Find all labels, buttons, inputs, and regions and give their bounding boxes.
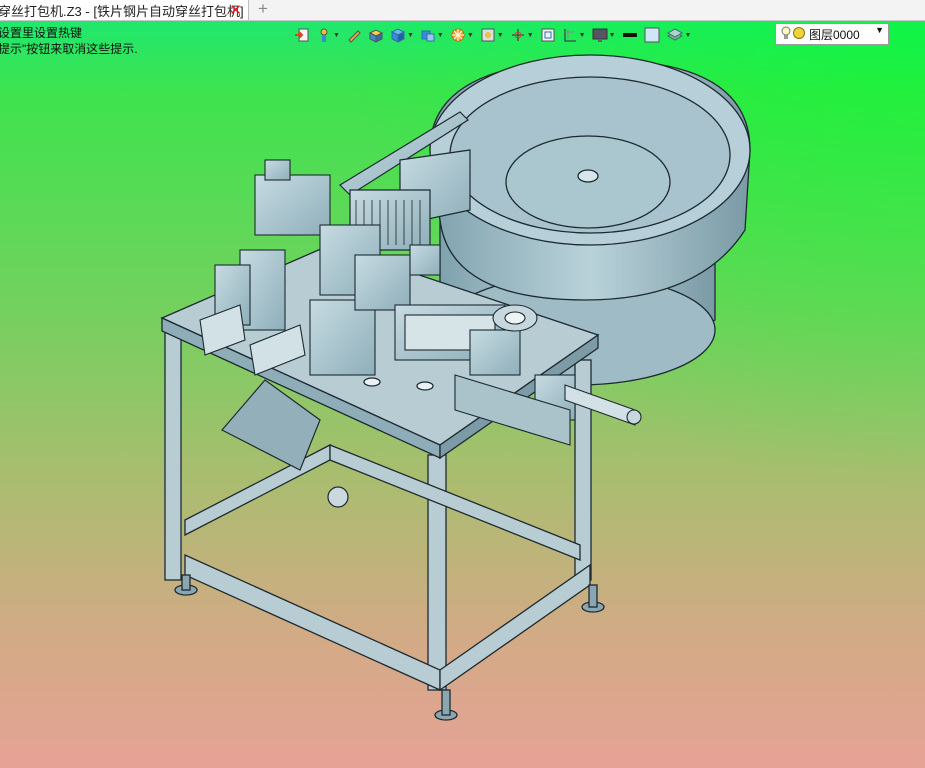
layer-selector[interactable]: 图层0000 ▼ <box>775 23 889 45</box>
import-icon[interactable] <box>294 25 310 45</box>
machine-model[interactable] <box>0 0 925 768</box>
layer-stack-icon[interactable]: ▼ <box>666 25 691 45</box>
view-icon[interactable]: ▼ <box>480 25 504 45</box>
frame-icon[interactable] <box>540 25 556 45</box>
layer-color-icon[interactable] <box>792 26 806 43</box>
monitor-icon[interactable]: ▼ <box>592 25 616 45</box>
pencil-icon[interactable] <box>346 25 362 45</box>
document-tab-bar: 穿丝打包机.Z3 - [铁片钢片自动穿丝打包机] ✕ + <box>0 0 925 21</box>
cube-icon[interactable]: ▼ <box>390 25 414 45</box>
axis-icon[interactable]: ▼ <box>510 25 534 45</box>
fill-color-icon[interactable] <box>644 25 660 45</box>
line-color-icon[interactable] <box>622 25 638 45</box>
layer-name: 图层0000 <box>809 27 860 42</box>
move-icon[interactable]: ▼ <box>316 25 340 45</box>
chevron-down-icon[interactable]: ▼ <box>875 25 884 35</box>
hint-line-2: 提示"按钮来取消这些提示. <box>0 42 138 56</box>
plus-icon[interactable]: + <box>258 0 268 19</box>
shaded-cube-icon[interactable]: ▼ <box>420 25 444 45</box>
lightbulb-icon[interactable] <box>780 26 792 43</box>
document-tab[interactable]: 穿丝打包机.Z3 - [铁片钢片自动穿丝打包机] ✕ <box>0 0 249 20</box>
hint-line-1: 设置里设置热键 <box>0 26 83 40</box>
hint-text: 设置里设置热键 提示"按钮来取消这些提示. <box>0 25 138 57</box>
grid-icon[interactable]: ▼ <box>562 25 586 45</box>
orange-wheel-icon[interactable]: ▼ <box>450 25 474 45</box>
box-icon[interactable] <box>368 25 384 45</box>
view-toolbar: ▼ ▼ ▼ ▼ ▼ ▼ ▼ ▼ ▼ <box>294 24 697 46</box>
close-icon[interactable]: ✕ <box>229 1 242 19</box>
tab-title: 穿丝打包机.Z3 - [铁片钢片自动穿丝打包机] <box>0 3 244 19</box>
